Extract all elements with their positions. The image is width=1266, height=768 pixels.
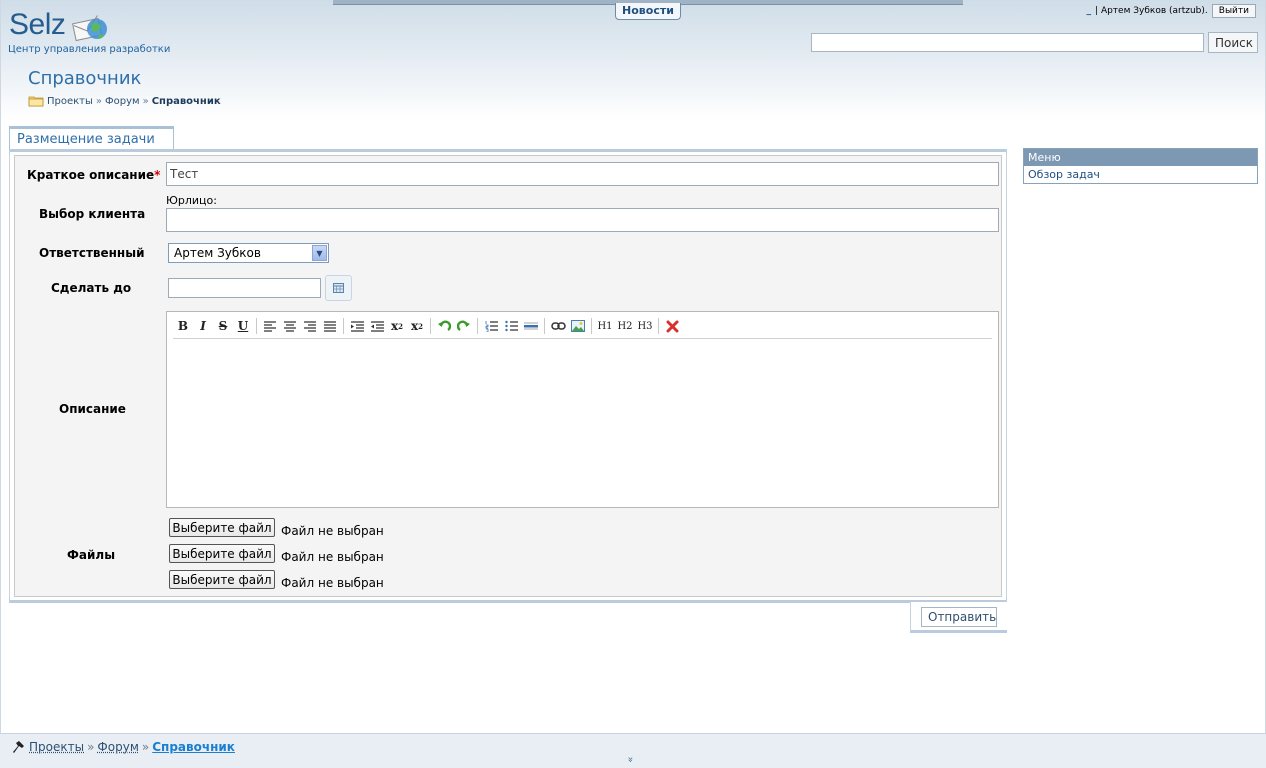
description-editor[interactable]: B I S U x 2 x 2 H1 H2 H3 xyxy=(166,311,999,508)
logo-envelope-icon xyxy=(71,12,111,47)
submit-area: Отправить xyxy=(910,602,1007,633)
image-icon[interactable] xyxy=(568,317,588,335)
responsible-select[interactable]: Артем Зубков ▼ xyxy=(168,243,329,263)
logout-button[interactable]: Выйти xyxy=(1211,4,1256,18)
align-justify-icon[interactable] xyxy=(320,317,340,335)
required-mark: * xyxy=(154,168,161,182)
description-label: Описание xyxy=(59,402,126,416)
folder-icon xyxy=(28,96,44,107)
underline-button[interactable]: U xyxy=(233,317,253,335)
pin-icon xyxy=(13,741,24,753)
footer-crumb-forum[interactable]: Форум xyxy=(97,740,138,754)
undo-icon[interactable] xyxy=(434,317,454,335)
footer-breadcrumb: Проекты » Форум » Справочник xyxy=(10,740,235,754)
files-label: Файлы xyxy=(67,548,116,562)
choose-file-button-1[interactable]: Выберите файл xyxy=(169,518,275,537)
calendar-icon[interactable] xyxy=(325,275,352,301)
footer-bar: Проекты » Форум » Справочник » xyxy=(0,733,1266,768)
breadcrumb-forum[interactable]: Форум xyxy=(105,96,140,107)
logo[interactable]: Selz xyxy=(9,8,107,42)
bold-button[interactable]: B xyxy=(173,317,193,335)
user-bar: _ | Артем Зубков (artzub). Выйти xyxy=(1087,4,1256,18)
ordered-list-icon[interactable] xyxy=(481,317,501,335)
clear-formatting-icon[interactable] xyxy=(662,317,682,335)
subscript-icon[interactable]: x2 xyxy=(387,317,407,335)
unordered-list-icon[interactable] xyxy=(501,317,521,335)
toolbar-separator xyxy=(343,318,344,334)
file-status-3: Файл не выбран xyxy=(281,576,384,590)
search-button[interactable]: Поиск xyxy=(1208,32,1258,53)
toolbar-separator xyxy=(477,318,478,334)
editor-toolbar: B I S U x 2 x 2 H1 H2 H3 xyxy=(173,314,992,339)
toolbar-separator xyxy=(256,318,257,334)
deadline-input[interactable] xyxy=(168,278,321,298)
menu-item-task-overview[interactable]: Обзор задач xyxy=(1024,166,1257,183)
user-name: | Артем Зубков (artzub). xyxy=(1095,6,1208,16)
client-label: Выбор клиента xyxy=(39,207,146,221)
chevron-down-icon[interactable]: ▼ xyxy=(312,245,327,261)
file-status-1: Файл не выбран xyxy=(281,524,384,538)
toolbar-separator xyxy=(430,318,431,334)
client-input[interactable] xyxy=(166,208,999,232)
align-center-icon[interactable] xyxy=(280,317,300,335)
horizontal-rule-icon[interactable] xyxy=(521,317,541,335)
deadline-label: Сделать до xyxy=(51,281,132,295)
link-icon[interactable] xyxy=(548,317,568,335)
breadcrumb-sep: » xyxy=(95,95,103,107)
footer-crumb-sep: » xyxy=(87,740,95,754)
align-right-icon[interactable] xyxy=(300,317,320,335)
heading-1-button[interactable]: H1 xyxy=(595,317,615,335)
align-left-icon[interactable] xyxy=(260,317,280,335)
toolbar-separator xyxy=(658,318,659,334)
search-input[interactable] xyxy=(811,33,1204,52)
strikethrough-button[interactable]: S xyxy=(213,317,233,335)
outdent-icon[interactable] xyxy=(347,317,367,335)
toolbar-separator xyxy=(591,318,592,334)
legal-entity-label: Юрлицо: xyxy=(166,194,217,207)
breadcrumb-current: Справочник xyxy=(151,95,221,107)
choose-file-button-3[interactable]: Выберите файл xyxy=(169,570,275,589)
superscript-icon[interactable]: x2 xyxy=(407,317,427,335)
page-title: Справочник xyxy=(28,68,142,89)
task-form: Краткое описание* Выбор клиента Юрлицо: … xyxy=(9,149,1007,603)
side-menu: Меню Обзор задач xyxy=(1023,148,1258,184)
redo-icon[interactable] xyxy=(454,317,474,335)
responsible-label: Ответственный xyxy=(39,246,145,260)
toolbar-separator xyxy=(544,318,545,334)
logo-text: Selz xyxy=(9,8,66,41)
short-desc-input[interactable] xyxy=(166,162,999,186)
responsible-value: Артем Зубков xyxy=(174,246,261,260)
short-desc-label: Краткое описание* xyxy=(27,168,161,182)
footer-crumb-projects[interactable]: Проекты xyxy=(29,740,84,754)
indent-icon[interactable] xyxy=(367,317,387,335)
heading-3-button[interactable]: H3 xyxy=(635,317,655,335)
breadcrumb-projects[interactable]: Проекты xyxy=(47,96,93,107)
news-tab[interactable]: Новости xyxy=(615,3,681,20)
breadcrumb: Проекты » Форум » Справочник xyxy=(28,95,221,107)
heading-2-button[interactable]: H2 xyxy=(615,317,635,335)
menu-header: Меню xyxy=(1024,149,1257,166)
footer-crumb-sep: » xyxy=(141,740,150,754)
logo-subtitle: Центр управления разработки xyxy=(8,44,171,55)
form-panel: Краткое описание* Выбор клиента Юрлицо: … xyxy=(14,155,1002,597)
italic-button[interactable]: I xyxy=(193,317,213,335)
user-icon[interactable]: _ xyxy=(1087,6,1092,16)
footer-crumb-current[interactable]: Справочник xyxy=(152,740,235,754)
submit-button[interactable]: Отправить xyxy=(921,607,997,627)
breadcrumb-sep: » xyxy=(142,95,149,107)
choose-file-button-2[interactable]: Выберите файл xyxy=(169,544,275,563)
expand-down-icon[interactable]: » xyxy=(625,756,636,762)
file-status-2: Файл не выбран xyxy=(281,550,384,564)
